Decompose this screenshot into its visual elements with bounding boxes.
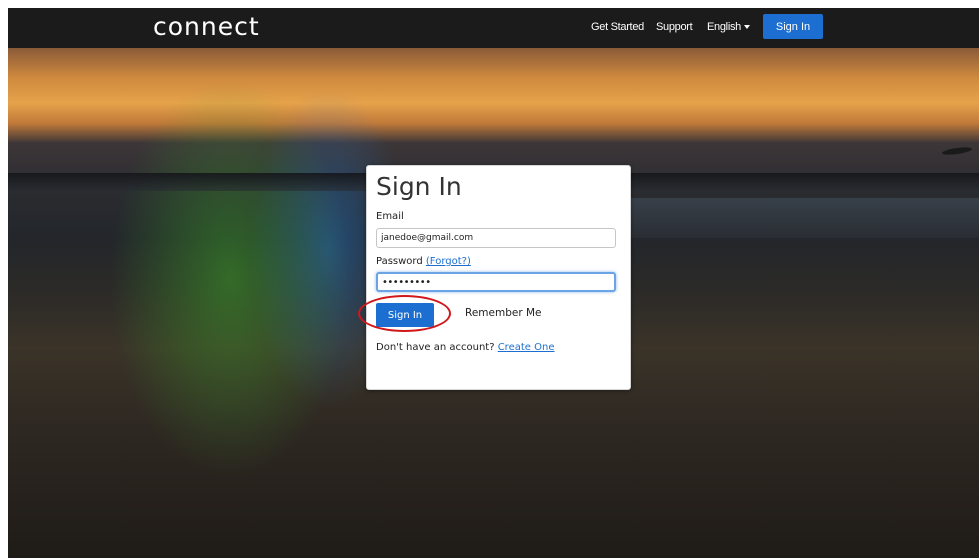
no-account-row: Don't have an account? Create One (376, 342, 554, 353)
page-frame: connect Get Started Support English Sign… (8, 8, 979, 558)
nav-get-started-link[interactable]: Get Started (591, 8, 644, 48)
nav-support-link[interactable]: Support (656, 8, 693, 48)
password-label: Password (376, 256, 423, 267)
caret-down-icon (743, 25, 750, 30)
bird-silhouette (941, 145, 973, 157)
sea-area (628, 198, 979, 238)
sign-in-title: Sign In (376, 172, 462, 201)
create-account-link[interactable]: Create One (498, 342, 555, 353)
email-label: Email (376, 211, 404, 222)
remember-me-option[interactable]: Remember Me (465, 307, 542, 319)
language-dropdown[interactable]: English (707, 8, 750, 48)
language-label: English (707, 21, 741, 33)
no-account-text: Don't have an account? (376, 342, 495, 353)
password-label-row: Password (Forgot?) (376, 256, 471, 267)
sign-in-submit-button[interactable]: Sign In (376, 303, 434, 327)
forgot-password-link[interactable]: (Forgot?) (426, 256, 471, 267)
sign-in-card: Sign In Email Password (Forgot?) Sign In… (358, 165, 631, 390)
password-field[interactable] (376, 272, 616, 292)
header-sign-in-button[interactable]: Sign In (763, 14, 823, 39)
connect-logo[interactable]: connect (153, 12, 260, 41)
top-navigation-bar: connect Get Started Support English Sign… (8, 8, 979, 48)
email-field[interactable] (376, 228, 616, 248)
